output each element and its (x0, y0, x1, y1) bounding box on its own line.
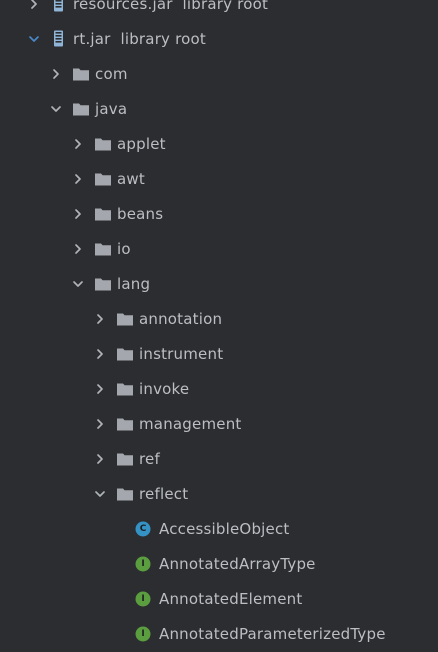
chevron-right-icon[interactable] (71, 207, 85, 221)
tree-row-invoke[interactable]: invoke (0, 372, 438, 407)
tree-row-annotation[interactable]: annotation (0, 302, 438, 337)
folder-icon (94, 136, 112, 152)
tree-row-beans[interactable]: beans (0, 197, 438, 232)
tree-item-label: reflect (139, 485, 189, 503)
icon-badge-letter: I (141, 629, 145, 639)
chevron-right-icon[interactable] (71, 242, 85, 256)
folder-icon (116, 311, 134, 327)
tree-row-annotatedelement[interactable]: I AnnotatedElement (0, 582, 438, 617)
tree-row-management[interactable]: management (0, 407, 438, 442)
chevron-right-icon[interactable] (27, 0, 41, 11)
tree-row-resources-jar[interactable]: resources.jar library root (0, 0, 438, 22)
interface-icon: I (135, 556, 151, 572)
folder-icon (94, 171, 112, 187)
tree-item-label: instrument (139, 345, 224, 363)
chevron-down-icon[interactable] (49, 102, 63, 116)
interface-icon: I (135, 626, 151, 642)
chevron-right-icon[interactable] (71, 172, 85, 186)
tree-item-label: com (95, 65, 128, 83)
tree-item-label: invoke (139, 380, 190, 398)
tree-item-label: AnnotatedParameterizedType (159, 625, 386, 643)
folder-icon (116, 381, 134, 397)
tree-row-rt-jar[interactable]: rt.jar library root (0, 22, 438, 57)
chevron-right-icon[interactable] (93, 312, 107, 326)
chevron-right-icon[interactable] (71, 137, 85, 151)
tree-row-instrument[interactable]: instrument (0, 337, 438, 372)
tree-row-com[interactable]: com (0, 57, 438, 92)
chevron-right-icon[interactable] (93, 417, 107, 431)
tree-item-label: AnnotatedElement (159, 590, 303, 608)
project-tree: resources.jar library root rt.jar librar… (0, 0, 438, 652)
chevron-right-icon[interactable] (93, 452, 107, 466)
tree-row-java[interactable]: java (0, 92, 438, 127)
folder-icon (116, 486, 134, 502)
folder-icon (116, 416, 134, 432)
tree-item-label: AccessibleObject (159, 520, 290, 538)
tree-item-label: ref (139, 450, 160, 468)
tree-item-label: beans (117, 205, 164, 223)
tree-row-accessibleobject[interactable]: C AccessibleObject (0, 512, 438, 547)
folder-icon (94, 206, 112, 222)
folder-icon (94, 276, 112, 292)
tree-row-annotatedparameterizedtype[interactable]: I AnnotatedParameterizedType (0, 617, 438, 652)
jar-icon (50, 0, 68, 12)
tree-row-annotatedarraytype[interactable]: I AnnotatedArrayType (0, 547, 438, 582)
chevron-right-icon[interactable] (49, 67, 63, 81)
interface-icon: I (135, 591, 151, 607)
folder-icon (116, 346, 134, 362)
folder-icon (94, 241, 112, 257)
tree-row-lang[interactable]: lang (0, 267, 438, 302)
tree-row-applet[interactable]: applet (0, 127, 438, 162)
tree-item-label: resources.jar library root (73, 0, 269, 13)
folder-icon (72, 101, 90, 117)
folder-icon (116, 451, 134, 467)
tree-row-io[interactable]: io (0, 232, 438, 267)
tree-item-label: management (139, 415, 242, 433)
class-icon: C (135, 521, 151, 537)
tree-item-label: AnnotatedArrayType (159, 555, 316, 573)
tree-row-reflect[interactable]: reflect (0, 477, 438, 512)
tree-item-label: lang (117, 275, 151, 293)
tree-item-label: annotation (139, 310, 223, 328)
tree-item-label: awt (117, 170, 145, 188)
tree-item-label: java (95, 100, 128, 118)
icon-badge-letter: I (141, 559, 145, 569)
jar-icon (50, 30, 68, 47)
tree-item-label: io (117, 240, 131, 258)
chevron-down-icon[interactable] (71, 277, 85, 291)
chevron-right-icon[interactable] (93, 347, 107, 361)
tree-row-ref[interactable]: ref (0, 442, 438, 477)
tree-item-label: rt.jar library root (73, 30, 206, 48)
folder-icon (72, 66, 90, 82)
chevron-down-icon[interactable] (27, 32, 41, 46)
chevron-right-icon[interactable] (93, 382, 107, 396)
icon-badge-letter: C (139, 524, 147, 534)
tree-item-label: applet (117, 135, 166, 153)
icon-badge-letter: I (141, 594, 145, 604)
tree-row-awt[interactable]: awt (0, 162, 438, 197)
chevron-down-icon[interactable] (93, 487, 107, 501)
